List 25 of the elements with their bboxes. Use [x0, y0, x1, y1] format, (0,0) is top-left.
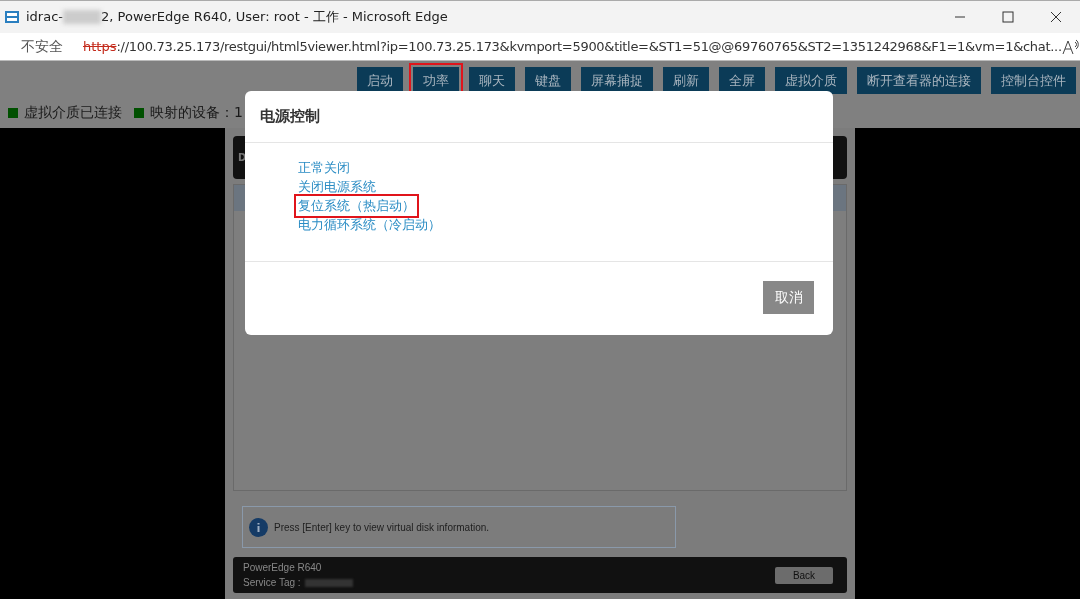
window-title: idrac-	[26, 8, 63, 27]
redaction-blur	[304, 578, 353, 587]
url-scheme: https	[83, 37, 117, 56]
info-text: Press [Enter] key to view virtual disk information.	[274, 520, 490, 535]
maximize-icon	[1002, 11, 1014, 23]
cancel-button[interactable]: 取消	[763, 281, 814, 314]
close-icon	[1050, 11, 1062, 23]
info-icon	[249, 517, 268, 537]
power-option-link[interactable]: 电力循环系统（冷启动）	[298, 216, 441, 234]
read-aloud-icon[interactable]	[1061, 38, 1080, 55]
service-tag-label: Service Tag :	[243, 576, 301, 590]
security-label: 不安全	[21, 37, 63, 56]
redaction-blur	[63, 10, 101, 24]
model-text: PowerEdge R640	[243, 561, 323, 575]
status-text: 虚拟介质已连接	[24, 103, 122, 122]
power-option-link[interactable]: 复位系统（热启动）	[297, 197, 416, 215]
window-title: 2, PowerEdge R640, User: root - 工作 - Microsoft Edge	[101, 8, 448, 27]
back-button[interactable]: Back	[775, 566, 833, 584]
address-bar[interactable]: 不安全 https://100.73.25.173/restgui/html5viewer.html?ip=100.73.25.173&kvmport=5900&title=&ST1=51@@69760765&ST2=1351242968&F1=1&vm=1&chat...	[0, 33, 1080, 61]
url-text: ://100.73.25.173/restgui/html5viewer.html?ip=100.73.25.173&kvmport=5900&title=&ST1=51@@69760765&ST2=1351242968&F1=1&vm=1&chat...	[116, 37, 1062, 56]
dialog-title: 电源控制	[260, 106, 320, 128]
power-option-link[interactable]: 正常关闭	[298, 159, 350, 177]
server-icon	[4, 9, 20, 25]
power-option-link[interactable]: 关闭电源系统	[298, 178, 376, 196]
status-text: 映射的设备：1	[150, 103, 243, 122]
